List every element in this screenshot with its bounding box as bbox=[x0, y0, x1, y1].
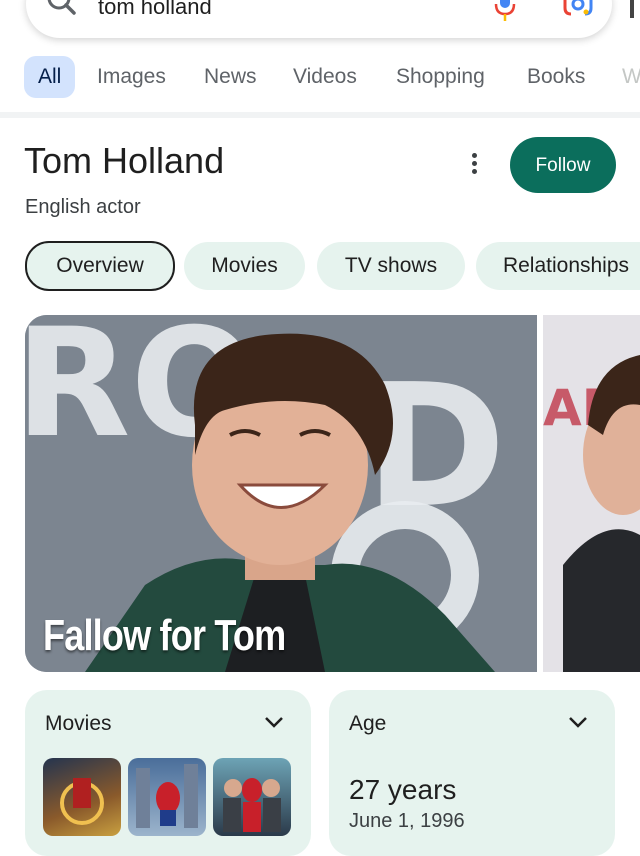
tab-videos[interactable]: Videos bbox=[293, 56, 357, 98]
tab-news[interactable]: News bbox=[204, 56, 257, 98]
follow-button[interactable]: Follow bbox=[510, 137, 616, 193]
search-tabs: All Images News Videos Shopping Books W bbox=[0, 54, 640, 100]
age-card-title: Age bbox=[349, 712, 387, 735]
tab-more-partial[interactable]: W bbox=[622, 56, 640, 98]
age-card[interactable]: Age 27 years June 1, 1996 bbox=[329, 690, 615, 856]
movie-poster[interactable] bbox=[43, 758, 121, 836]
more-options-icon[interactable] bbox=[462, 150, 486, 180]
search-input[interactable]: tom holland bbox=[98, 0, 212, 20]
tab-shopping[interactable]: Shopping bbox=[396, 56, 485, 98]
chip-relationships[interactable]: Relationships bbox=[476, 242, 640, 290]
chip-tv-shows[interactable]: TV shows bbox=[317, 242, 465, 290]
chip-overview[interactable]: Overview bbox=[25, 241, 175, 291]
entity-title: Tom Holland bbox=[24, 140, 225, 181]
chevron-down-icon[interactable] bbox=[263, 714, 285, 730]
tab-images[interactable]: Images bbox=[97, 56, 166, 98]
movie-poster[interactable] bbox=[128, 758, 206, 836]
chip-movies[interactable]: Movies bbox=[184, 242, 305, 290]
search-header: tom holland bbox=[0, 0, 640, 52]
scroll-indicator bbox=[630, 0, 634, 18]
search-icon[interactable] bbox=[46, 0, 78, 20]
tab-all[interactable]: All bbox=[24, 56, 76, 98]
hero-photo[interactable]: RO D Fallow for Tom bbox=[25, 315, 537, 672]
birth-date: June 1, 1996 bbox=[349, 810, 465, 832]
age-value: 27 years bbox=[349, 774, 457, 805]
chevron-down-icon[interactable] bbox=[567, 714, 589, 730]
secondary-portrait-illustration: AN bbox=[543, 315, 640, 672]
hero-caption: Fallow for Tom bbox=[43, 611, 286, 660]
movie-poster[interactable] bbox=[213, 758, 291, 836]
movies-card-title: Movies bbox=[45, 712, 112, 735]
movies-card[interactable]: Movies bbox=[25, 690, 311, 856]
secondary-photo[interactable]: AN bbox=[543, 315, 640, 672]
section-divider bbox=[0, 112, 640, 118]
entity-description: English actor bbox=[25, 196, 141, 218]
tab-books[interactable]: Books bbox=[527, 56, 585, 98]
google-lens-icon[interactable] bbox=[562, 0, 594, 22]
microphone-icon[interactable] bbox=[492, 0, 518, 22]
